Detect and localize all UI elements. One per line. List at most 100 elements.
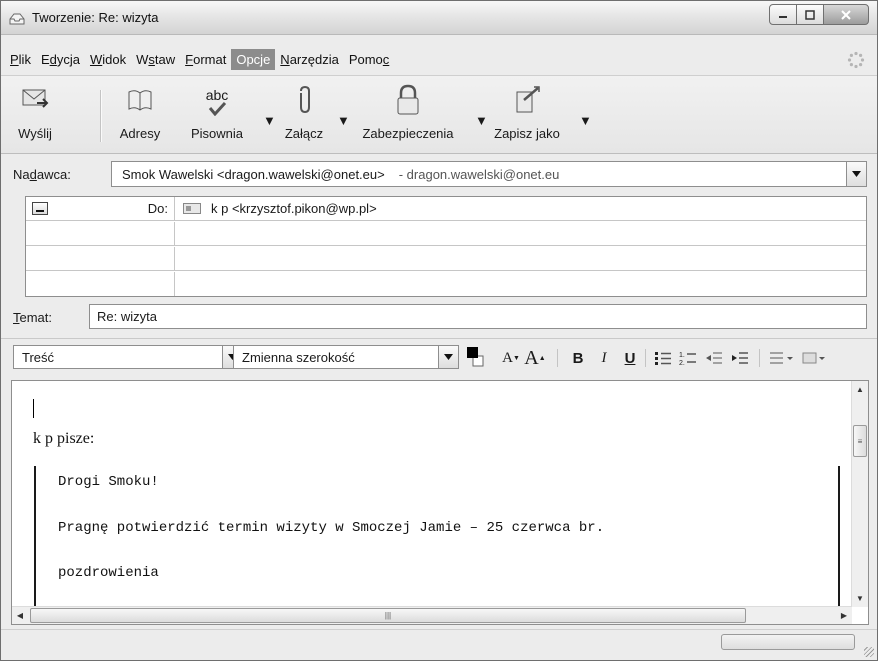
menu-narzedzia[interactable]: Narzędzia (275, 49, 344, 70)
font-smaller-icon[interactable]: A ▼ (501, 348, 521, 368)
scroll-down-icon[interactable]: ▼ (852, 590, 868, 607)
save-as-icon (516, 86, 540, 113)
address-book-label: Adresy (119, 126, 161, 141)
vertical-scrollbar[interactable]: ▲ ≡ ▼ (851, 381, 868, 607)
bold-button[interactable]: B (569, 348, 587, 368)
chevron-down-icon[interactable] (846, 162, 866, 186)
indent-icon[interactable] (730, 348, 750, 368)
scroll-left-icon[interactable]: ◀ (12, 607, 28, 624)
security-label: Zabezpieczenia (362, 126, 454, 141)
toolbar-separator (100, 90, 101, 142)
window-controls (769, 4, 869, 25)
quoted-line: Drogi Smoku! (58, 474, 159, 490)
throbber-icon (847, 51, 865, 69)
recipient-row-empty[interactable] (26, 272, 866, 296)
quoted-line: pozdrowienia (58, 565, 159, 581)
paragraph-format-select[interactable]: Treść (13, 345, 243, 369)
svg-text:1.: 1. (679, 352, 685, 359)
recipient-row-empty[interactable] (26, 247, 866, 271)
sender-value: Smok Wawelski <dragon.wawelski@onet.eu> (122, 167, 385, 182)
send-button[interactable]: Wyślij (7, 82, 63, 148)
menu-opcje[interactable]: Opcje (231, 48, 276, 70)
attach-button[interactable]: Załącz (274, 82, 334, 148)
scroll-thumb-horizontal[interactable]: ||| (30, 608, 746, 623)
recipient-type-label: Do: (147, 201, 168, 216)
quoted-message: Drogi Smoku! Pragnę potwierdzić termin w… (34, 466, 840, 624)
format-toolbar: Treść Zmienna szerokość A ▼ A ▲ B I U 1. 2. (1, 338, 877, 374)
recipient-value[interactable]: k p <krzysztof.pikon@wp.pl> (183, 201, 377, 216)
italic-button[interactable]: I (595, 348, 613, 368)
font-value: Zmienna szerokość (242, 350, 355, 365)
message-body-editor[interactable]: k p pisze: Drogi Smoku! Pragnę potwierdz… (11, 380, 869, 625)
scroll-up-icon[interactable]: ▲ (852, 381, 868, 398)
underline-button[interactable]: U (621, 348, 639, 368)
text-caret (33, 399, 34, 418)
menu-bar: Plik Edycja Widok Wstaw Format Opcje Nar… (1, 46, 877, 72)
security-dropdown-icon[interactable]: ▼ (475, 113, 488, 128)
checkmark-icon (208, 102, 227, 116)
send-label: Wyślij (18, 126, 52, 141)
save-as-button[interactable]: Zapisz jako (487, 82, 567, 148)
main-toolbar: Wyślij Adresy abc Pisownia ▼ Załącz ▼ Za… (1, 75, 877, 154)
send-icon (22, 89, 49, 108)
format-separator (557, 349, 558, 367)
compose-window: Tworzenie: Re: wizyta Plik Edycja Widok … (0, 0, 878, 661)
resize-grip-icon[interactable] (864, 647, 874, 657)
horizontal-scrollbar[interactable]: ◀ ||| ▶ (12, 606, 852, 624)
close-icon[interactable] (823, 4, 869, 25)
recipient-type-dropdown-icon[interactable] (32, 202, 48, 215)
spelling-icon: abc (205, 87, 229, 103)
recipient-row-empty[interactable] (26, 222, 866, 246)
spelling-button[interactable]: abc Pisownia (177, 82, 257, 148)
numbered-list-icon[interactable]: 1. 2. (678, 348, 698, 368)
recipient-address: k p <krzysztof.pikon@wp.pl> (211, 201, 377, 216)
title-bar[interactable]: Tworzenie: Re: wizyta (1, 1, 877, 35)
subject-value: Re: wizyta (97, 309, 157, 324)
sender-account: - dragon.wawelski@onet.eu (398, 167, 560, 182)
scroll-right-icon[interactable]: ▶ (836, 607, 852, 624)
subject-row: Temat: Re: wizyta (1, 301, 877, 333)
recipients-list: Do: k p <krzysztof.pikon@wp.pl> (25, 196, 867, 297)
format-separator (645, 349, 646, 367)
align-icon[interactable] (768, 348, 796, 368)
padlock-icon (397, 84, 419, 115)
security-button[interactable]: Zabezpieczenia (346, 82, 470, 148)
menu-widok[interactable]: Widok (85, 49, 131, 70)
save-as-dropdown-icon[interactable]: ▼ (579, 113, 592, 128)
contact-card-icon (183, 203, 201, 214)
format-separator (759, 349, 760, 367)
paragraph-format-value: Treść (22, 350, 55, 365)
sender-row: Nadawca: Smok Wawelski <dragon.wawelski@… (1, 156, 877, 192)
font-larger-icon[interactable]: A ▲ (524, 347, 546, 369)
address-book-icon (128, 90, 152, 111)
text-color-icon[interactable] (465, 344, 485, 370)
sender-select[interactable]: Smok Wawelski <dragon.wawelski@onet.eu> -… (111, 161, 867, 187)
menu-pomoc[interactable]: Pomoc (344, 49, 394, 70)
attach-label: Załącz (284, 126, 324, 141)
svg-text:2.: 2. (679, 360, 685, 366)
subject-label: Temat: (13, 310, 53, 325)
menu-format[interactable]: Format (180, 49, 231, 70)
menu-wstaw[interactable]: Wstaw (131, 49, 180, 70)
menu-edycja[interactable]: Edycja (36, 49, 85, 70)
subject-input[interactable]: Re: wizyta (89, 304, 867, 329)
status-bar (1, 629, 877, 660)
menu-plik[interactable]: Plik (5, 49, 36, 70)
sender-label: Nadawca: (13, 167, 71, 182)
maximize-icon[interactable] (796, 4, 824, 25)
compose-app-icon (9, 13, 25, 25)
recipient-type[interactable]: Do: (26, 197, 175, 221)
progress-bar (721, 634, 855, 650)
recipient-row[interactable]: Do: k p <krzysztof.pikon@wp.pl> (26, 197, 866, 221)
font-select[interactable]: Zmienna szerokość (233, 345, 459, 369)
scroll-thumb[interactable]: ≡ (853, 425, 867, 457)
spelling-label: Pisownia (190, 126, 244, 141)
outdent-icon[interactable] (704, 348, 724, 368)
quote-attribution: k p pisze: (33, 430, 95, 447)
bullet-list-icon[interactable] (653, 348, 673, 368)
window-title: Tworzenie: Re: wizyta (32, 10, 159, 25)
insert-object-icon[interactable] (801, 348, 827, 368)
chevron-down-icon[interactable] (438, 346, 458, 368)
minimize-icon[interactable] (769, 4, 797, 25)
address-book-button[interactable]: Adresy (111, 82, 169, 148)
